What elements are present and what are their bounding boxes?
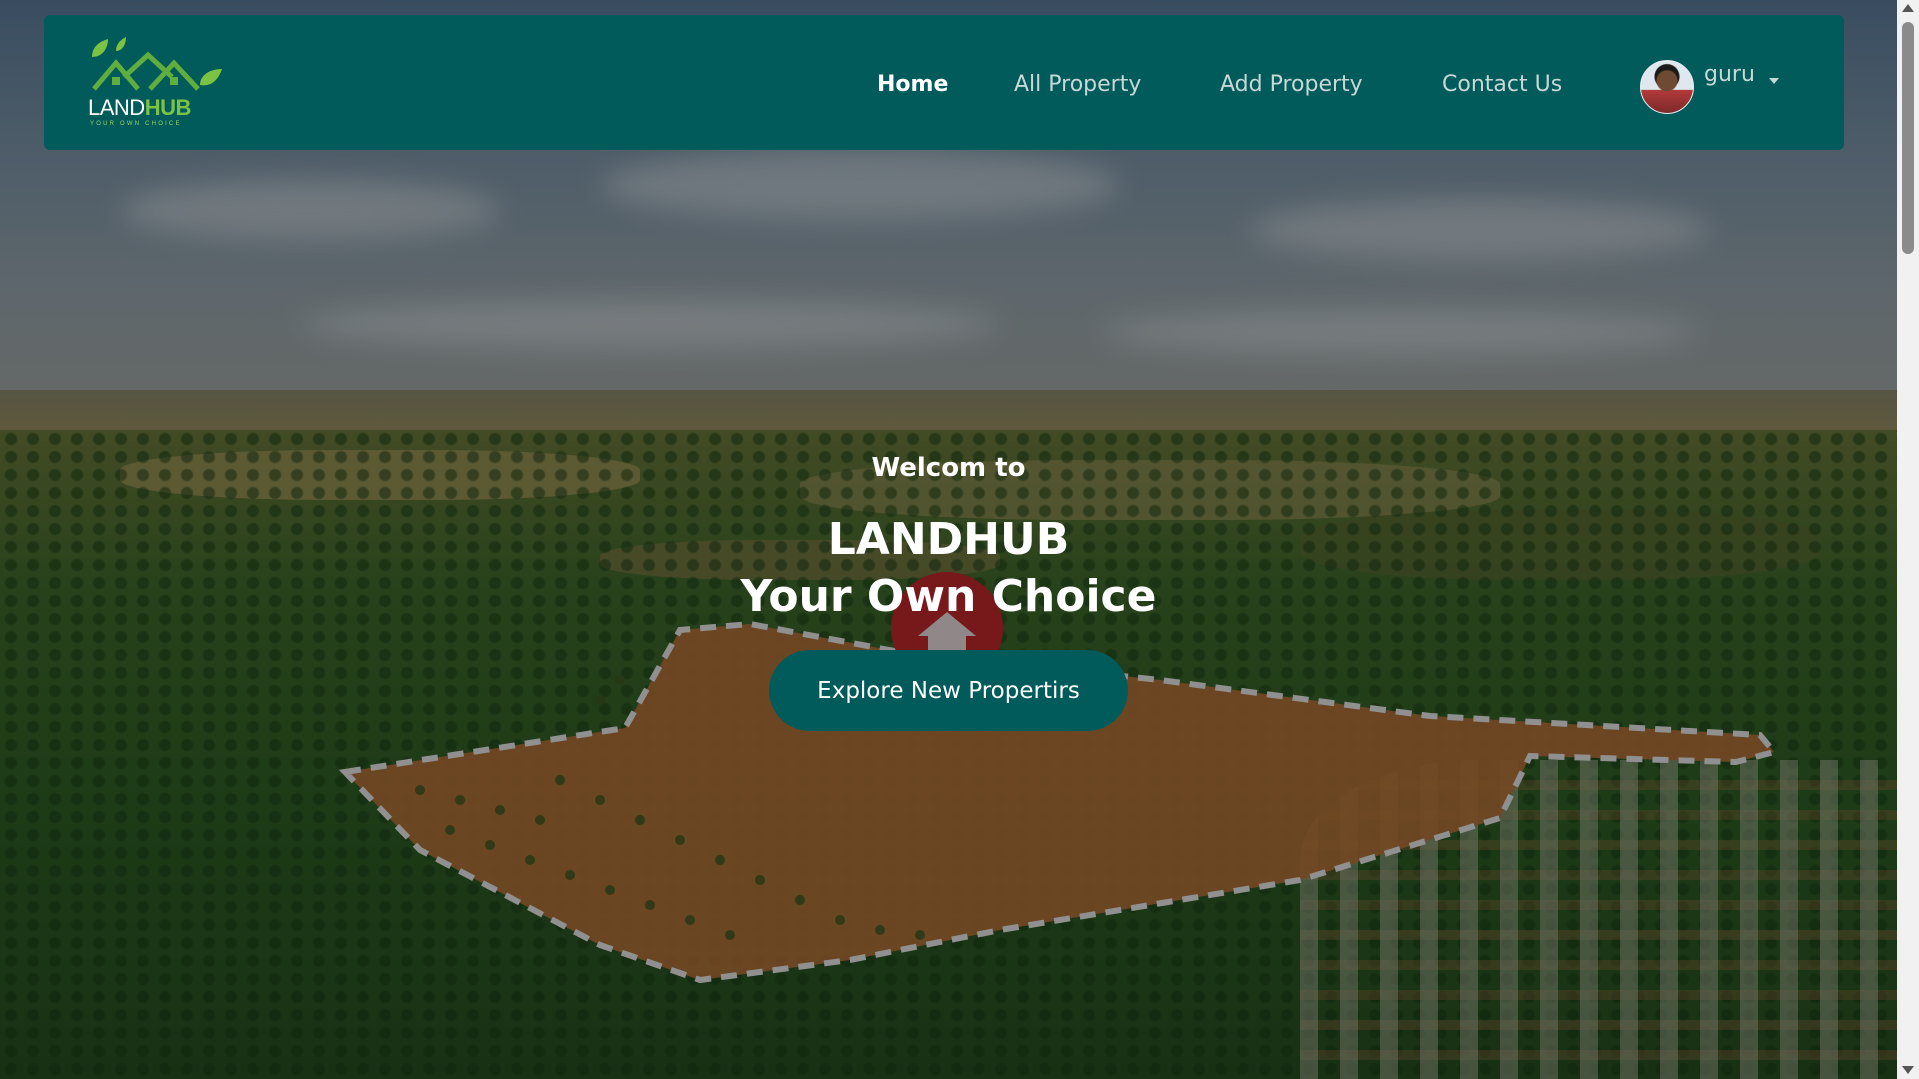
logo-word-hub: HUB: [144, 95, 192, 120]
nav-link-all-property[interactable]: All Property: [1014, 72, 1141, 97]
hero-welcome: Welcom to: [871, 453, 1026, 483]
scroll-down-arrow-icon[interactable]: [1902, 1066, 1914, 1074]
logo-word-land: LAND: [88, 95, 145, 120]
scroll-up-arrow-icon[interactable]: [1902, 4, 1914, 12]
logo-wordmark: LANDHUB: [88, 95, 191, 121]
logo-tagline: YOUR OWN CHOICE: [90, 121, 182, 127]
explore-properties-button[interactable]: Explore New Propertirs: [769, 650, 1128, 731]
scroll-thumb[interactable]: [1902, 22, 1914, 254]
nav-link-home[interactable]: Home: [877, 72, 948, 97]
hero-title-line2: Your Own Choice: [740, 571, 1157, 622]
nav-link-contact-us[interactable]: Contact Us: [1442, 72, 1562, 97]
nav-link-add-property[interactable]: Add Property: [1220, 72, 1363, 97]
house-roof-leaves-icon: [92, 37, 222, 91]
page-scrollbar[interactable]: [1897, 0, 1919, 1079]
avatar[interactable]: [1640, 60, 1694, 114]
navbar: LANDHUB YOUR OWN CHOICE Home All Propert…: [44, 15, 1844, 150]
caret-down-icon[interactable]: [1769, 78, 1779, 84]
user-name[interactable]: guru: [1704, 62, 1755, 87]
logo[interactable]: LANDHUB YOUR OWN CHOICE: [88, 37, 238, 137]
hero-title-line1: LANDHUB: [827, 514, 1070, 565]
